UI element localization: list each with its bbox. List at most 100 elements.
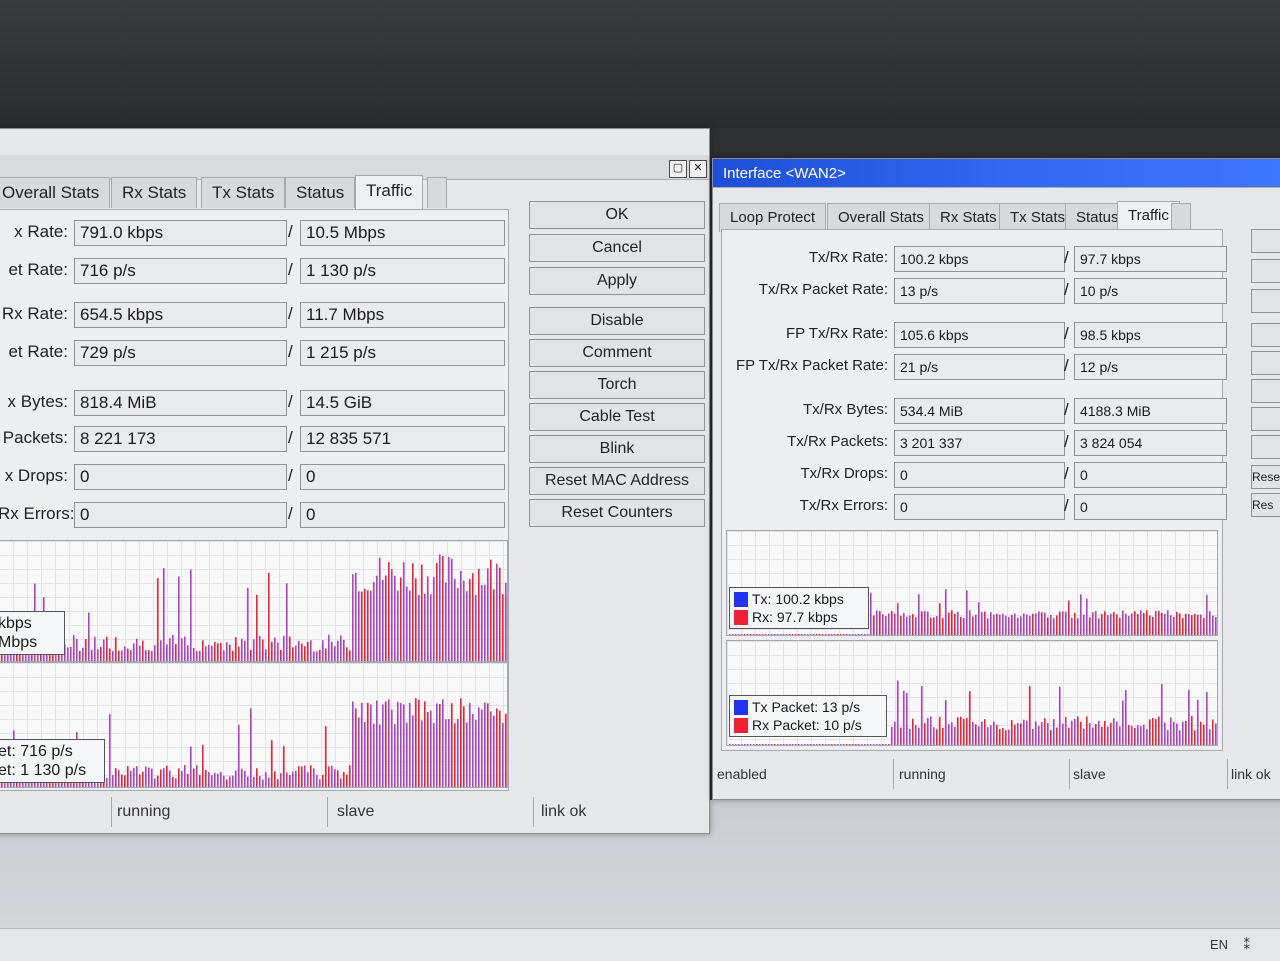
stat-value-a[interactable]: 0 [74,502,287,528]
maximize-icon[interactable]: ▢ [669,160,687,178]
traffic-bar [1047,617,1049,635]
tab-traffic[interactable]: Traffic [355,175,424,209]
tab-rx-stats[interactable]: Rx Stats [929,203,1008,232]
traffic-bar [499,710,501,787]
reset-mac-address-button[interactable]: Reset MAC Address [529,467,705,495]
stat-value-b[interactable]: 10 p/s [1074,278,1227,304]
tab-more[interactable] [427,177,447,208]
stat-value-b[interactable]: 10.5 Mbps [300,220,505,246]
traffic-bar [906,692,908,745]
stat-value-a[interactable]: 8 221 173 [74,426,287,452]
tab-tx-stats[interactable]: Tx Stats [201,177,286,208]
stat-label: x Rate: [14,222,68,241]
stat-value-a[interactable]: 818.4 MiB [74,390,287,416]
stat-value-b[interactable]: 1 130 p/s [300,258,505,284]
traffic-bar [1014,724,1016,745]
traffic-bar [1053,719,1055,745]
traffic-bar [280,773,282,787]
stat-value-a[interactable]: 0 [74,464,287,490]
disable-button[interactable]: Disable [529,307,705,335]
ok-button[interactable]: OK [529,201,705,229]
side-button-5[interactable] [1251,351,1280,375]
traffic-bar [1080,721,1082,745]
traffic-bar [1134,611,1136,635]
reset-counters-button[interactable]: Reset Counters [529,499,705,527]
traffic-bar [963,618,965,635]
stat-value-b[interactable]: 0 [1074,494,1227,520]
tab-rx-stats[interactable]: Rx Stats [111,177,198,208]
side-button-7[interactable] [1251,407,1280,431]
stat-value-a[interactable]: 100.2 kbps [894,246,1065,272]
traffic-bar [831,634,833,635]
stat-value-b[interactable]: 97.7 kbps [1074,246,1227,272]
traffic-bar [145,766,147,787]
tray-flag-icon[interactable]: ⁑ [1244,937,1251,953]
torch-button[interactable]: Torch [529,371,705,399]
traffic-bar [1131,613,1133,635]
traffic-bar [229,644,231,661]
traffic-bar [112,775,114,787]
stat-value-b[interactable]: 0 [300,502,505,528]
traffic-bar [888,744,890,745]
cancel-button[interactable]: Cancel [529,234,705,262]
stat-value-b[interactable]: 0 [300,464,505,490]
traffic-bar [178,768,180,787]
stat-value-a[interactable]: 21 p/s [894,354,1065,380]
stat-value-b[interactable]: 14.5 GiB [300,390,505,416]
traffic-bar [211,645,213,661]
traffic-bar [861,634,863,635]
stat-value-a[interactable]: 3 201 337 [894,430,1065,456]
stat-value-a[interactable]: 105.6 kbps [894,322,1065,348]
traffic-bar [1107,726,1109,745]
traffic-bar [1056,615,1058,635]
stat-value-a[interactable]: 729 p/s [74,340,287,366]
stat-value-b[interactable]: 0 [1074,462,1227,488]
tab-overall-stats[interactable]: Overall Stats [827,203,935,232]
reset-button-partial[interactable]: Reset [1251,465,1280,489]
traffic-bar [193,648,195,661]
cable-test-button[interactable]: Cable Test [529,403,705,431]
traffic-bar [205,646,207,661]
stat-value-b[interactable]: 12 835 571 [300,426,505,452]
stat-value-a[interactable]: 716 p/s [74,258,287,284]
stat-value-b[interactable]: 98.5 kbps [1074,322,1227,348]
side-button-3[interactable] [1251,289,1280,313]
close-icon[interactable]: ✕ [689,160,707,178]
comment-button[interactable]: Comment [529,339,705,367]
traffic-bar [933,727,935,745]
side-button-8[interactable] [1251,435,1280,459]
tab-loop-protect[interactable]: Loop Protect [719,203,827,232]
tab-status[interactable]: Status [285,177,356,208]
stat-value-a[interactable]: 791.0 kbps [74,220,287,246]
stat-value-b[interactable]: 4188.3 MiB [1074,398,1227,424]
traffic-bar [942,617,944,635]
language-indicator[interactable]: EN [1210,937,1228,952]
traffic-bar [852,634,854,635]
stat-value-a[interactable]: 0 [894,494,1065,520]
apply-button[interactable]: Apply [529,267,705,295]
traffic-bar [813,634,815,635]
reset-counters-button-partial[interactable]: Res [1251,493,1280,517]
tab-more[interactable] [1171,203,1191,232]
stat-value-a[interactable]: 654.5 kbps [74,302,287,328]
side-button-2[interactable] [1251,259,1280,283]
stat-value-a[interactable]: 13 p/s [894,278,1065,304]
stat-value-b[interactable]: 11.7 Mbps [300,302,505,328]
side-button-6[interactable] [1251,379,1280,403]
traffic-bar [283,746,285,787]
stat-row: x Bytes: 818.4 MiB/ 14.5 GiB [0,388,506,416]
stat-value-b[interactable]: 3 824 054 [1074,430,1227,456]
traffic-bar [412,563,414,661]
traffic-panel-left: x Rate: 791.0 kbps/10.5 Mbps et Rate: 716 p… [0,209,509,791]
tab-overall-stats[interactable]: Overall Stats [0,177,111,208]
traffic-bar [352,574,354,661]
stat-value-a[interactable]: 534.4 MiB [894,398,1065,424]
window-wan2-titlebar[interactable]: Interface <WAN2> [713,159,1280,188]
stat-value-b[interactable]: 1 215 p/s [300,340,505,366]
traffic-bar [921,611,923,635]
side-button-1[interactable] [1251,229,1280,253]
stat-value-b[interactable]: 12 p/s [1074,354,1227,380]
side-button-4[interactable] [1251,323,1280,347]
blink-button[interactable]: Blink [529,435,705,463]
stat-value-a[interactable]: 0 [894,462,1065,488]
